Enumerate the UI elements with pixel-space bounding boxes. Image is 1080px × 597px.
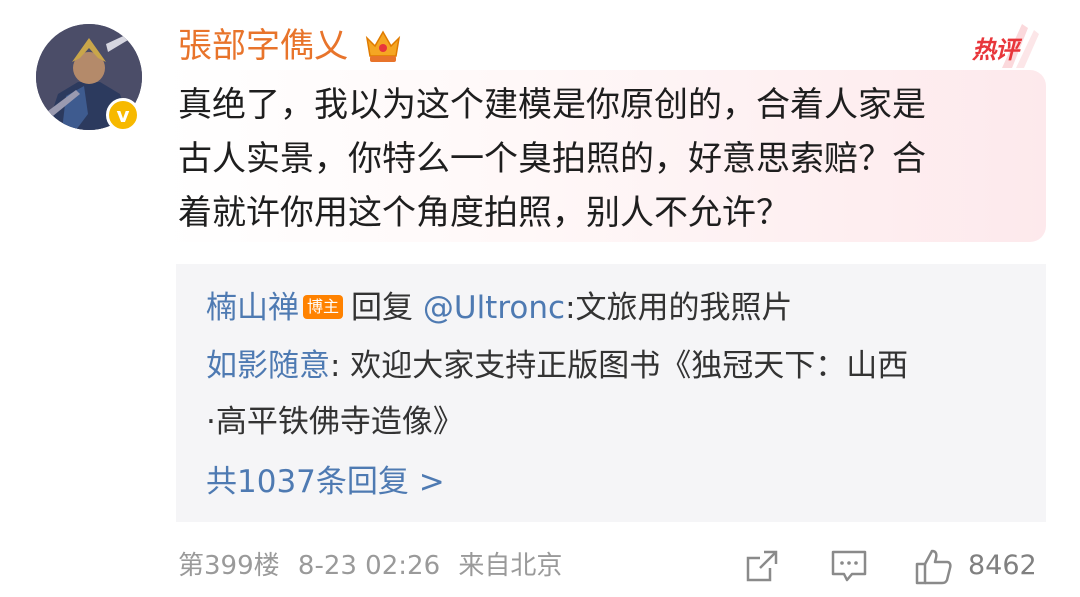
like-icon[interactable] bbox=[914, 548, 954, 586]
author-tag-badge: 博主 bbox=[303, 295, 344, 319]
location: 来自北京 bbox=[458, 551, 563, 581]
reply-item[interactable]: 楠山禅 博主 回复 @Ultronc:文旅用的我照片 bbox=[206, 286, 793, 330]
share-icon[interactable] bbox=[744, 548, 780, 584]
more-replies-link[interactable]: 共1037条回复 > bbox=[206, 460, 445, 504]
comment-line: 着就许你用这个角度拍照，别人不允许？ bbox=[178, 193, 790, 233]
reply-item[interactable]: 如影随意: 欢迎大家支持正版图书《独冠天下：山西 bbox=[206, 344, 908, 388]
reply-text: :文旅用的我照片 bbox=[565, 290, 793, 326]
crown-icon bbox=[365, 30, 401, 62]
verified-badge-icon: v bbox=[106, 98, 140, 132]
hot-comment-icon: 热评 bbox=[972, 22, 1042, 70]
comment-text: 真绝了，我以为这个建模是你原创的，合着人家是 古人实景，你特么一个臭拍照的，好意… bbox=[178, 78, 1038, 240]
comment-meta: 第399楼 8-23 02:26 来自北京 bbox=[178, 546, 562, 586]
reply-mention[interactable]: @Ultronc bbox=[423, 290, 565, 326]
comment-line: 真绝了，我以为这个建模是你原创的，合着人家是 bbox=[178, 85, 926, 125]
floor-number: 第399楼 bbox=[178, 551, 280, 581]
reply-text-continued: ·高平铁佛寺造像》 bbox=[206, 404, 464, 440]
comment-icon[interactable] bbox=[830, 548, 868, 584]
like-count: 8462 bbox=[968, 550, 1037, 581]
hot-comment-label: 热评 bbox=[972, 36, 1019, 64]
reply-author[interactable]: 如影随意 bbox=[206, 348, 330, 384]
reply-author[interactable]: 楠山禅 bbox=[206, 290, 299, 326]
timestamp: 8-23 02:26 bbox=[297, 551, 441, 581]
username[interactable]: 張部字儁乂 bbox=[178, 22, 348, 70]
replies-box[interactable]: 楠山禅 博主 回复 @Ultronc:文旅用的我照片 如影随意: 欢迎大家支持正版图… bbox=[176, 264, 1046, 522]
reply-text: : 欢迎大家支持正版图书《独冠天下：山西 bbox=[330, 348, 909, 384]
comment-line: 古人实景，你特么一个臭拍照的，好意思索赔？合 bbox=[178, 139, 926, 179]
reply-word: 回复 bbox=[351, 290, 414, 326]
